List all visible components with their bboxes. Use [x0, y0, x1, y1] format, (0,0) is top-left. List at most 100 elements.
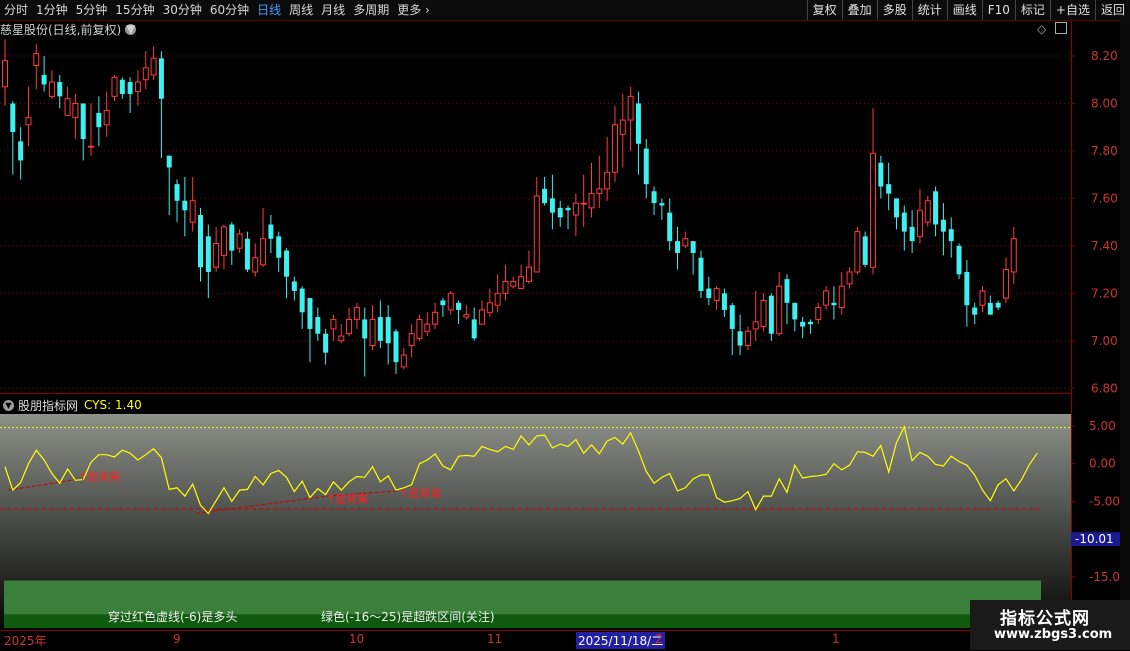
candle-body [675, 241, 681, 253]
candle-body [901, 212, 907, 232]
tab-timeframe[interactable]: 日线 [253, 0, 285, 20]
candle-body [284, 250, 290, 277]
candle-body [393, 331, 399, 363]
candle-body [486, 302, 493, 313]
candle-body [456, 302, 462, 310]
candle-body [972, 307, 978, 315]
candle-body [150, 57, 157, 76]
toolbar-button[interactable]: 叠加 [841, 0, 877, 20]
candle-body [542, 188, 548, 204]
toolbar-button[interactable]: 标记 [1014, 0, 1050, 20]
toolbar-button[interactable]: 统计 [911, 0, 947, 20]
chevron-down-icon[interactable]: ▼ [125, 23, 137, 35]
candle-body [784, 279, 790, 303]
candle-body [1010, 238, 1017, 273]
candle-body [385, 317, 391, 344]
candlestick-chart[interactable] [0, 37, 1071, 393]
tab-timeframe[interactable]: 5分钟 [72, 0, 112, 20]
toolbar-button[interactable]: +自选 [1049, 0, 1095, 20]
candle-body [198, 215, 203, 268]
divergence-label: ↑底背离 [326, 491, 368, 505]
indicator-chart[interactable]: ↑底背离 ↑底背离 ↑底背离 [0, 414, 1071, 628]
candle-body [307, 298, 313, 329]
tab-timeframe[interactable]: 60分钟 [206, 0, 253, 20]
candle-body [1002, 269, 1009, 299]
candle-body [18, 141, 24, 161]
toolbar-button[interactable]: 多股 [876, 0, 912, 20]
tab-timeframe[interactable]: 分时 [0, 0, 32, 20]
candle-body [627, 95, 634, 121]
candle-body [369, 318, 376, 347]
tab-timeframe[interactable]: 月线 [317, 0, 349, 20]
divergence-label: ↑底背离 [78, 470, 120, 484]
candle-body [995, 302, 1001, 308]
side-info-strip [1120, 20, 1130, 630]
tab-timeframe[interactable]: 周线 [285, 0, 317, 20]
candle-body [651, 191, 657, 204]
candle-body [166, 155, 172, 168]
window-icon[interactable] [1055, 22, 1067, 34]
text-green-zone: 绿色(-16～25)是超跌区间(关注) [321, 610, 495, 624]
candle-body [611, 124, 618, 173]
candle-body [64, 98, 71, 116]
candle-body [792, 302, 798, 320]
indicator-panel[interactable]: ↑底背离 ↑底背离 ↑底背离 穿过红色虚线(-6)是多头 绿色(-16～25)是超跌… [0, 414, 1071, 628]
date-label: 9 [173, 632, 181, 646]
candle-body [667, 212, 673, 242]
toolbar-button[interactable]: 返回 [1094, 0, 1130, 20]
top-toolbar: 分时 1分钟 5分钟 15分钟 30分钟 60分钟 日线 周线 月线 多周期 更多 › 复权 叠加 多股… [0, 0, 1130, 21]
candle-body [72, 102, 79, 119]
candle-body [580, 202, 587, 205]
tab-timeframe[interactable]: 30分钟 [159, 0, 206, 20]
candle-body [96, 112, 102, 128]
candle-body [80, 103, 86, 140]
price-tick-label: 7.80 [1091, 144, 1118, 158]
candle-body [854, 231, 861, 273]
candle-body [291, 281, 297, 291]
candle-body [721, 293, 727, 310]
candlestick-panel[interactable] [0, 37, 1072, 394]
current-value-label: -10.01 [1075, 532, 1114, 546]
candle-body [111, 76, 118, 97]
candle-body [346, 318, 353, 335]
candle-body [823, 290, 830, 306]
candle-body [338, 335, 345, 342]
candle-body [831, 302, 837, 306]
candle-body [659, 203, 665, 206]
toolbar-button[interactable]: 复权 [806, 0, 842, 20]
candle-body [948, 229, 954, 242]
tab-timeframe[interactable]: 15分钟 [111, 0, 158, 20]
candle-body [479, 309, 486, 325]
candle-body [260, 238, 267, 266]
toolbar-button[interactable]: F10 [981, 0, 1015, 20]
chevron-down-icon[interactable]: ▼ [3, 399, 14, 411]
right-tools: 复权 叠加 多股 统计 画线 F10 标记 +自选 返回 [806, 0, 1130, 20]
candle-body [752, 321, 759, 330]
candle-body [768, 295, 774, 334]
candle-body [377, 317, 383, 341]
toolbar-button[interactable]: 画线 [946, 0, 982, 20]
candle-body [134, 81, 141, 93]
timeframe-tabs: 分时 1分钟 5分钟 15分钟 30分钟 60分钟 日线 周线 月线 多周期 更多 › [0, 0, 434, 20]
candle-body [760, 299, 767, 328]
indicator-header: ▼ 股朋指标网 CYS: 1.40 [0, 397, 142, 413]
candle-body [220, 226, 227, 256]
date-label: 2025年 [4, 634, 47, 648]
candle-body [940, 219, 946, 232]
candle-body [713, 288, 720, 301]
diamond-icon[interactable]: ◇ [1037, 22, 1046, 36]
candle-body [103, 110, 110, 126]
tab-timeframe[interactable]: 1分钟 [32, 0, 72, 20]
date-label: 2 [655, 632, 663, 646]
tab-timeframe[interactable]: 多周期 [349, 0, 393, 20]
candle-body [424, 323, 431, 332]
watermark-logo: 指标公式网 www.zbgs3.com [970, 600, 1130, 650]
date-axis: 2025年 9 10 11 2025/11/18/二 2 1 [0, 630, 1130, 651]
tab-timeframe[interactable]: 更多 › [393, 0, 434, 20]
candle-body [933, 191, 939, 225]
candle-body [565, 207, 571, 211]
candle-body [268, 224, 274, 239]
candle-body [846, 271, 853, 285]
candle-body [440, 300, 446, 306]
candle-body [916, 209, 923, 237]
